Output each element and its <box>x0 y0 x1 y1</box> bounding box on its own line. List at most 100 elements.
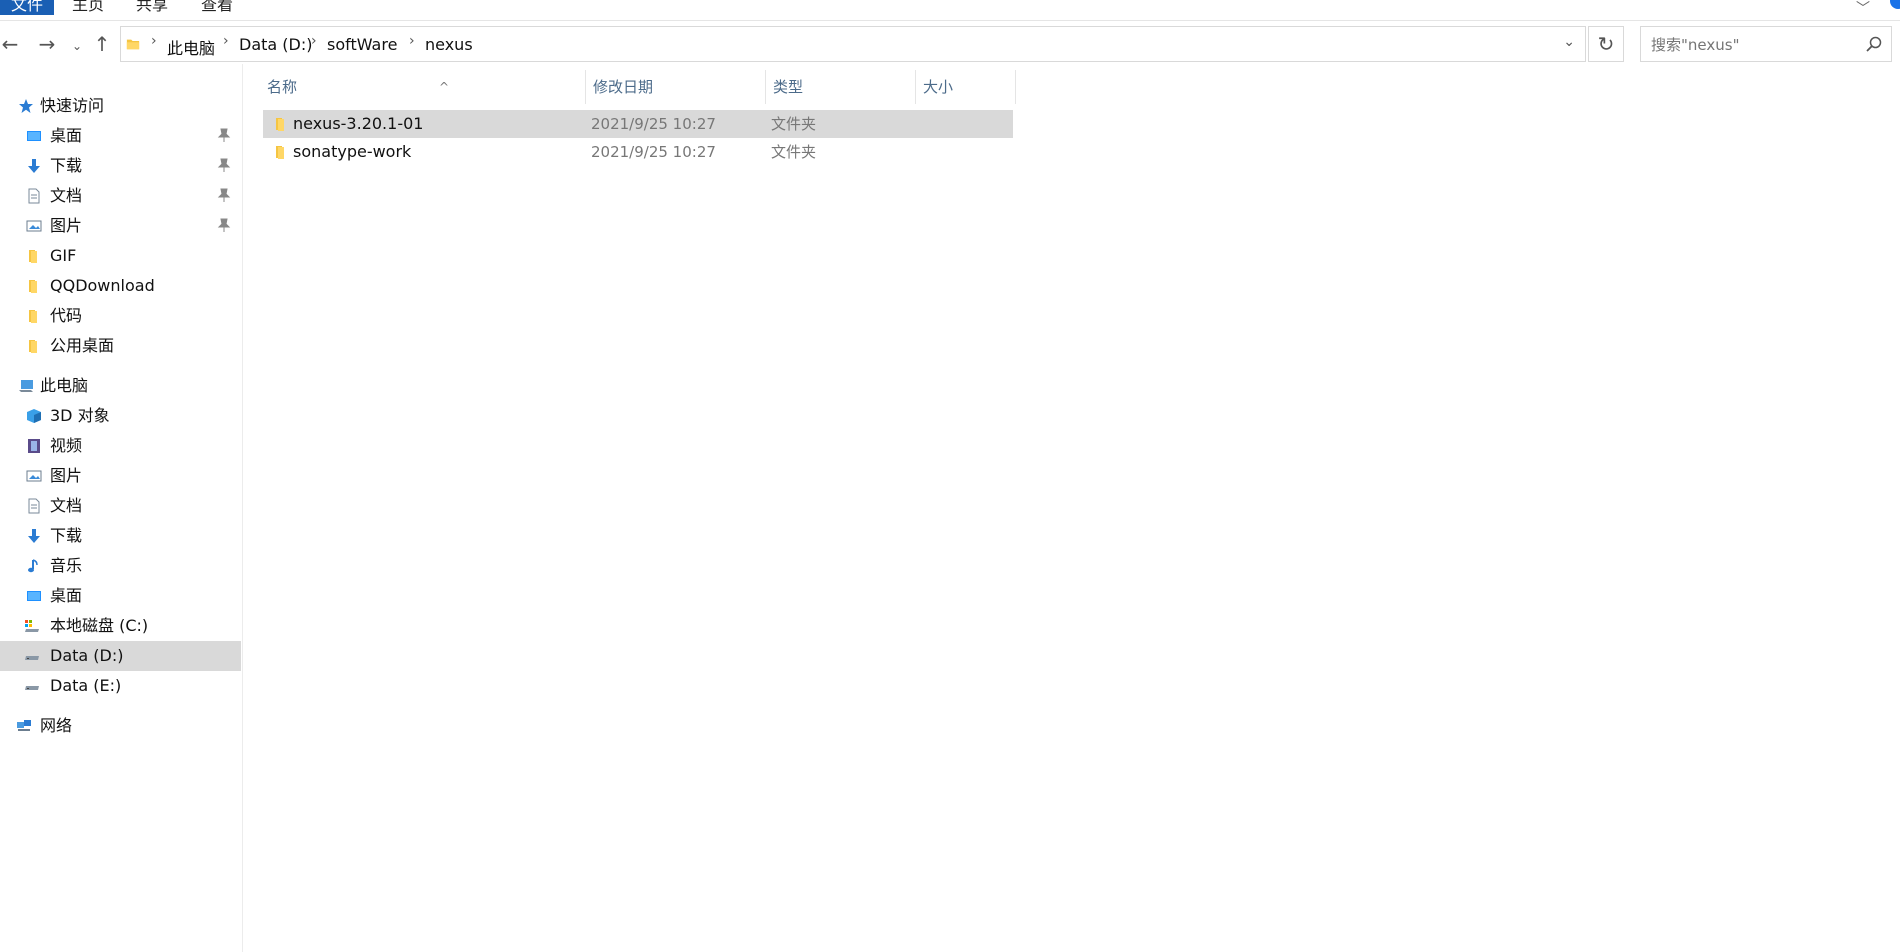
sidebar-label: 音乐 <box>50 556 83 575</box>
sidebar-label: 公用桌面 <box>50 336 115 355</box>
column-header-date[interactable]: 修改日期 <box>593 70 763 104</box>
column-divider[interactable] <box>765 70 766 104</box>
ribbon-tab-view[interactable]: 查看 <box>201 0 233 15</box>
sidebar-item-videos[interactable]: 视频 <box>0 431 241 461</box>
pictures-icon <box>26 220 42 232</box>
folder-icon <box>276 118 284 131</box>
document-icon <box>28 188 40 204</box>
desktop-icon <box>27 591 41 601</box>
sidebar-item-documents[interactable]: 文档 <box>0 181 241 211</box>
sidebar-label: 文档 <box>50 186 83 205</box>
sidebar-label: 图片 <box>50 216 83 235</box>
file-modified-date: 2021/9/25 10:27 <box>591 115 716 133</box>
ribbon-tab-home[interactable]: 主页 <box>72 0 104 15</box>
sidebar-network[interactable]: 网络 <box>0 711 241 741</box>
sidebar-item-pictures-pc[interactable]: 图片 <box>0 461 241 491</box>
download-icon <box>28 529 40 543</box>
file-row[interactable]: sonatype-work 2021/9/25 10:27 文件夹 <box>263 138 1013 166</box>
navigation-pane: 快速访问 桌面 下载 文档 图片 GIF QQDownload 代码 公用桌面 … <box>0 64 243 952</box>
pictures-icon <box>26 470 42 482</box>
sidebar-item-drive-c[interactable]: 本地磁盘 (C:) <box>0 611 241 641</box>
column-header-name[interactable]: 名称 ^ <box>267 70 567 104</box>
breadcrumb-data-d[interactable]: Data (D:) <box>239 35 312 54</box>
ribbon-expand-chevron-icon[interactable]: ﹀ <box>1856 0 1870 18</box>
file-row[interactable]: nexus-3.20.1-01 2021/9/25 10:27 文件夹 <box>263 110 1013 138</box>
file-type: 文件夹 <box>771 143 817 161</box>
file-name: nexus-3.20.1-01 <box>293 114 424 133</box>
sidebar-item-pictures[interactable]: 图片 <box>0 211 241 241</box>
ribbon-tab-file[interactable]: 文件 <box>0 0 54 15</box>
file-modified-date: 2021/9/25 10:27 <box>591 143 716 161</box>
sidebar-item-desktop-pc[interactable]: 桌面 <box>0 581 241 611</box>
refresh-icon: ↻ <box>1597 32 1615 56</box>
column-divider[interactable] <box>1015 70 1016 104</box>
folder-icon <box>276 146 284 159</box>
column-header-label: 名称 <box>267 78 298 96</box>
refresh-button[interactable]: ↻ <box>1588 26 1624 62</box>
video-icon <box>28 439 40 453</box>
sidebar-item-qqdownload[interactable]: QQDownload <box>0 271 241 301</box>
address-bar[interactable]: › 此电脑 › Data (D:) › softWare › nexus ⌄ <box>120 26 1586 62</box>
sidebar-label: 视频 <box>50 436 83 455</box>
recent-locations-chevron-icon[interactable]: ⌄ <box>70 34 84 58</box>
breadcrumb-separator-icon[interactable]: › <box>151 33 157 49</box>
breadcrumb-software[interactable]: softWare <box>327 35 397 54</box>
folder-icon <box>126 39 140 50</box>
drive-icon <box>25 686 39 690</box>
sidebar-item-code[interactable]: 代码 <box>0 301 241 331</box>
sidebar-item-drive-d[interactable]: Data (D:) <box>0 641 241 671</box>
column-divider[interactable] <box>915 70 916 104</box>
folder-icon <box>29 280 37 293</box>
sort-ascending-icon: ^ <box>439 80 450 94</box>
sidebar-label: Data (D:) <box>50 646 124 665</box>
folder-icon <box>29 340 37 353</box>
sidebar-label: Data (E:) <box>50 676 122 695</box>
file-type: 文件夹 <box>771 115 817 133</box>
sidebar-label: 图片 <box>50 466 83 485</box>
sidebar-item-drive-e[interactable]: Data (E:) <box>0 671 241 701</box>
sidebar-label: 此电脑 <box>40 376 89 395</box>
ribbon-bar: 文件 主页 共享 查看 ﹀ <box>0 0 1900 21</box>
sidebar-label: 下载 <box>50 526 83 545</box>
search-icon[interactable] <box>1865 35 1883 53</box>
sidebar-item-desktop[interactable]: 桌面 <box>0 121 241 151</box>
column-header-size[interactable]: 大小 <box>923 70 1013 104</box>
breadcrumb-nexus[interactable]: nexus <box>425 35 473 54</box>
breadcrumb-separator-icon[interactable]: › <box>409 33 415 49</box>
pin-icon[interactable] <box>217 127 231 143</box>
breadcrumb-this-pc[interactable]: 此电脑 <box>167 35 215 59</box>
music-icon <box>28 559 38 573</box>
sidebar-item-downloads-pc[interactable]: 下载 <box>0 521 241 551</box>
sidebar-item-gif[interactable]: GIF <box>0 241 241 271</box>
ribbon-tab-share[interactable]: 共享 <box>136 0 168 15</box>
back-arrow-icon[interactable]: ← <box>0 32 20 56</box>
pin-icon[interactable] <box>217 217 231 233</box>
pin-icon[interactable] <box>217 157 231 173</box>
system-drive-icon <box>25 620 39 632</box>
drive-icon <box>25 656 39 660</box>
column-divider[interactable] <box>585 70 586 104</box>
sidebar-quick-access[interactable]: 快速访问 <box>0 91 241 121</box>
sidebar-item-public-desktop[interactable]: 公用桌面 <box>0 331 241 361</box>
sidebar-this-pc[interactable]: 此电脑 <box>0 371 241 401</box>
sidebar-item-3d-objects[interactable]: 3D 对象 <box>0 401 241 431</box>
pin-icon[interactable] <box>217 187 231 203</box>
sidebar-item-downloads[interactable]: 下载 <box>0 151 241 181</box>
computer-icon <box>19 380 33 392</box>
search-input[interactable] <box>1649 33 1863 57</box>
navigation-bar: ← → ⌄ ↑ › 此电脑 › Data (D:) › softWare › n… <box>0 24 1900 64</box>
sidebar-item-music[interactable]: 音乐 <box>0 551 241 581</box>
help-icon[interactable] <box>1890 0 1900 9</box>
address-dropdown-chevron-icon[interactable]: ⌄ <box>1563 34 1575 50</box>
up-arrow-icon[interactable]: ↑ <box>92 32 112 56</box>
sidebar-item-documents-pc[interactable]: 文档 <box>0 491 241 521</box>
network-icon <box>17 720 31 731</box>
desktop-icon <box>27 131 41 141</box>
forward-arrow-icon[interactable]: → <box>36 32 58 56</box>
star-icon <box>19 99 33 113</box>
breadcrumb-separator-icon[interactable]: › <box>223 33 229 49</box>
column-header-type[interactable]: 类型 <box>773 70 913 104</box>
breadcrumb-separator-icon[interactable]: › <box>311 33 317 49</box>
sidebar-label: 快速访问 <box>40 96 105 115</box>
search-box[interactable] <box>1640 26 1892 62</box>
